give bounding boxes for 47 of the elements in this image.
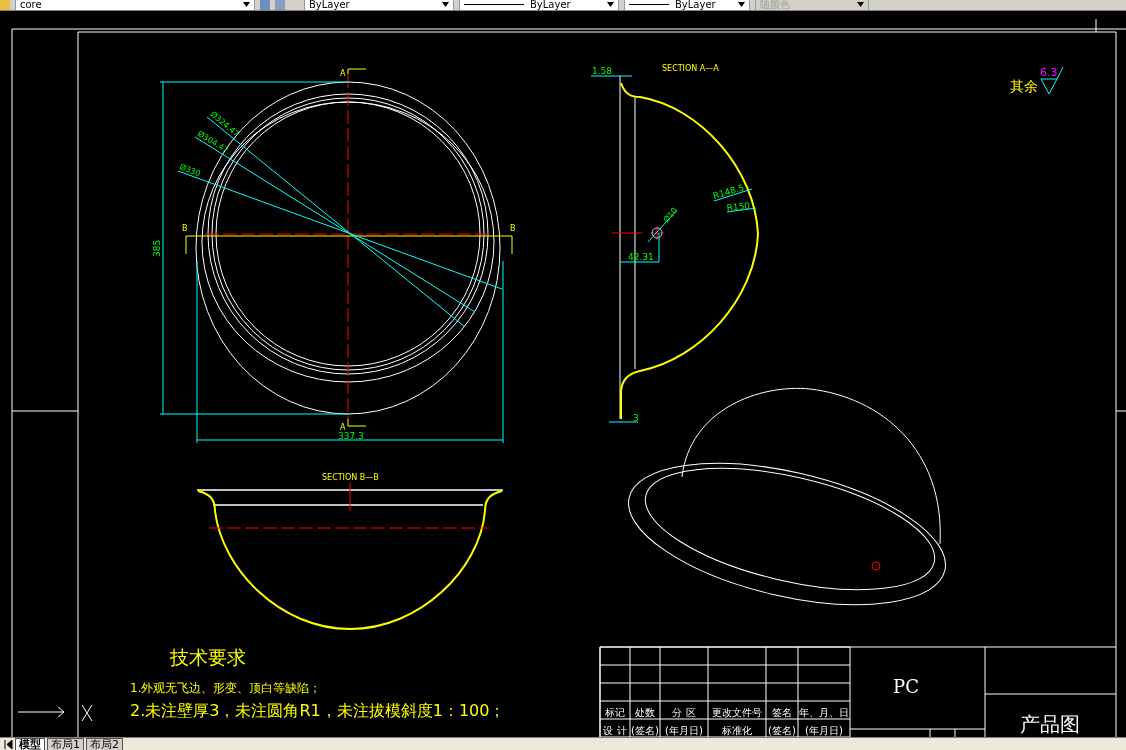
section-title: SECTION B—B — [322, 473, 379, 482]
first-tab-icon[interactable] — [4, 739, 13, 749]
dimension-label: 385 — [152, 239, 162, 257]
requirement-item: 1.外观无飞边、形变、顶白等缺陷； — [130, 681, 322, 695]
title-block-label: 签名 — [772, 707, 792, 718]
layout-tab[interactable]: 布局2 — [86, 738, 123, 750]
title-block-label: 更改文件号 — [712, 707, 762, 718]
ucs-icon — [17, 704, 93, 722]
title-block-label: 分 区 — [672, 707, 696, 718]
drawing-name: 产品图 — [1020, 712, 1080, 736]
material-label: PC — [893, 676, 919, 697]
caret-icon — [857, 2, 864, 7]
dimension-label: 337.3 — [338, 431, 364, 441]
caret-icon — [442, 2, 449, 7]
section-label: A — [340, 423, 346, 432]
roughness-label: 其余 — [1010, 78, 1038, 94]
title-block-label: (年月日) — [805, 725, 843, 736]
roughness-value: 6.3 — [1040, 66, 1058, 79]
section-title: SECTION A—A — [662, 64, 719, 73]
section-label: B — [510, 224, 516, 233]
layout-tab[interactable]: 模型 — [15, 738, 45, 750]
linetype-dropdown[interactable]: ByLayer — [459, 0, 619, 10]
title-block-label: (年月日) — [665, 725, 703, 736]
dimension-label: 3 — [633, 413, 639, 423]
layout-tab[interactable]: 布局1 — [47, 738, 84, 750]
title-block-label: 处数 — [635, 707, 655, 718]
caret-icon — [738, 2, 745, 7]
title-block-label: 年、月、日 — [799, 707, 849, 718]
requirement-item: 2.未注壁厚3，未注圆角R1，未注拔模斜度1：100； — [130, 701, 506, 720]
requirements-title: 技术要求 — [170, 646, 246, 668]
dimension-label: R148.5 — [711, 182, 746, 201]
title-block-label: 设 计 — [603, 725, 627, 736]
title-block-label: 标准化 — [722, 725, 752, 736]
caret-icon — [243, 2, 250, 7]
title-block-label: (签名) — [631, 725, 659, 736]
section-label: A — [340, 69, 346, 78]
caret-icon — [607, 2, 614, 7]
color-dropdown[interactable]: ByLayer — [304, 0, 454, 10]
dimension-label: Ø330 — [178, 162, 202, 179]
title-block-label: 标记 — [605, 707, 625, 718]
roughness-symbol-icon — [1040, 66, 1064, 95]
title-block-label: (签名) — [768, 725, 796, 736]
dimension-label: 42.31 — [628, 252, 654, 262]
layer-dropdown[interactable]: core — [15, 0, 255, 10]
dimension-label: R150 — [726, 200, 751, 213]
dimension-label: 1.58 — [592, 66, 613, 76]
section-label: B — [182, 224, 188, 233]
